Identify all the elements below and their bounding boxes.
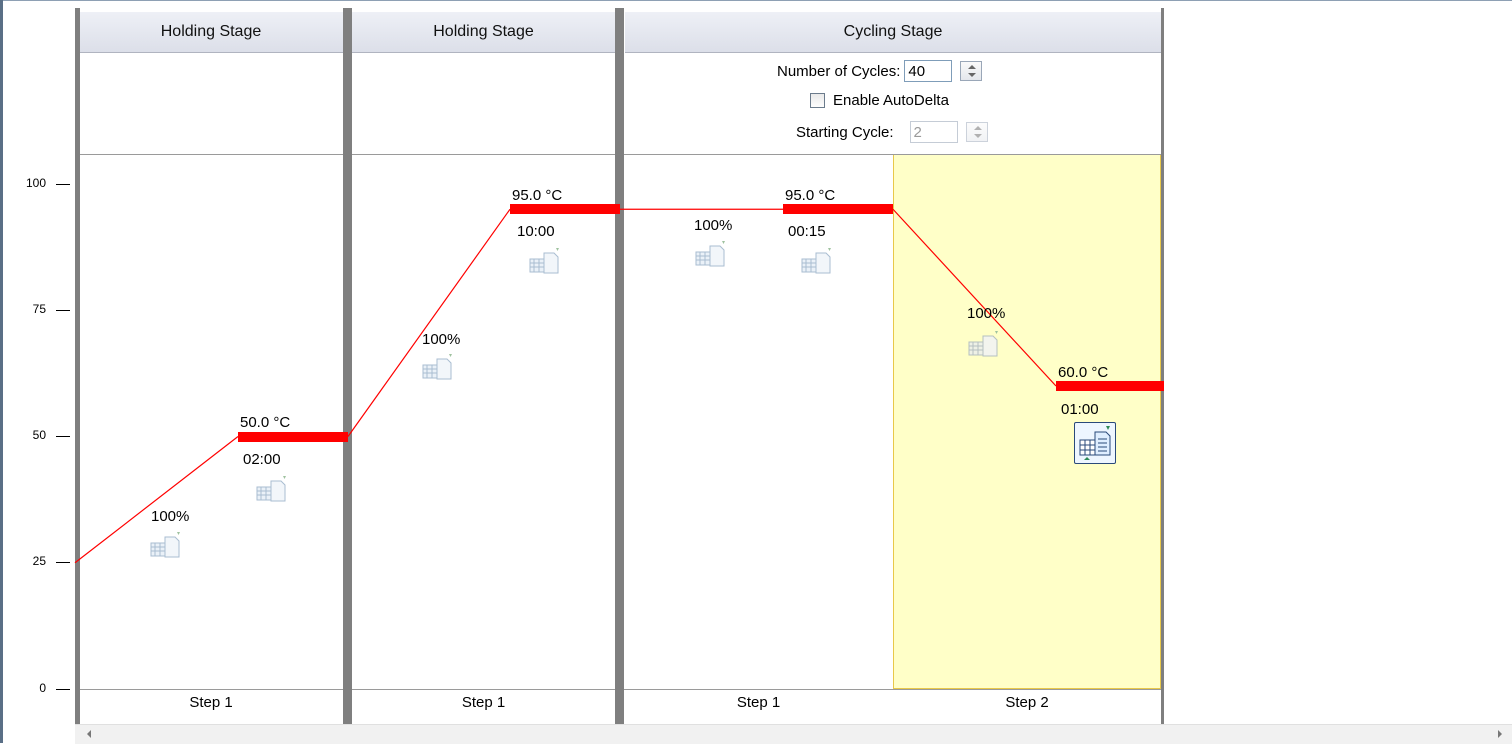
- scroll-left-arrow-icon[interactable]: [87, 730, 91, 738]
- horizontal-scrollbar[interactable]: [75, 724, 1512, 744]
- step-label[interactable]: Step 1: [79, 694, 343, 714]
- step-temperature[interactable]: 95.0 °C: [512, 187, 562, 204]
- data-collection-icon-active[interactable]: [1074, 422, 1116, 464]
- step-label[interactable]: Step 1: [624, 694, 893, 714]
- step-temperature[interactable]: 60.0 °C: [1058, 364, 1108, 381]
- data-collection-icon[interactable]: [528, 247, 562, 279]
- data-collection-icon[interactable]: [800, 247, 834, 279]
- hold-bar[interactable]: [238, 431, 348, 442]
- data-collection-icon[interactable]: [255, 475, 289, 507]
- temperature-profile: [74, 208, 1057, 564]
- data-collection-icon[interactable]: [694, 240, 728, 272]
- data-collection-icon[interactable]: [149, 531, 183, 563]
- step-label[interactable]: Step 1: [352, 694, 615, 714]
- ramp-rate[interactable]: 100%: [422, 331, 460, 348]
- step-time[interactable]: 10:00: [517, 223, 555, 240]
- data-collection-icon[interactable]: [967, 330, 1001, 362]
- ramp-rate[interactable]: 100%: [967, 305, 1005, 322]
- ramp-line: [347, 208, 511, 437]
- ramp-rate[interactable]: 100%: [151, 508, 189, 525]
- hold-bar[interactable]: [783, 204, 893, 215]
- step-time[interactable]: 00:15: [788, 223, 826, 240]
- step-temperature[interactable]: 95.0 °C: [785, 187, 835, 204]
- step-time[interactable]: 02:00: [243, 451, 281, 468]
- hold-bar[interactable]: [510, 204, 620, 215]
- step-label[interactable]: Step 2: [893, 694, 1161, 714]
- hold-bar[interactable]: [1056, 381, 1164, 391]
- ramp-rate[interactable]: 100%: [694, 217, 732, 234]
- scroll-right-arrow-icon[interactable]: [1498, 730, 1502, 738]
- step-time[interactable]: 01:00: [1061, 401, 1099, 418]
- data-collection-icon[interactable]: [421, 353, 455, 385]
- step-temperature[interactable]: 50.0 °C: [240, 414, 290, 431]
